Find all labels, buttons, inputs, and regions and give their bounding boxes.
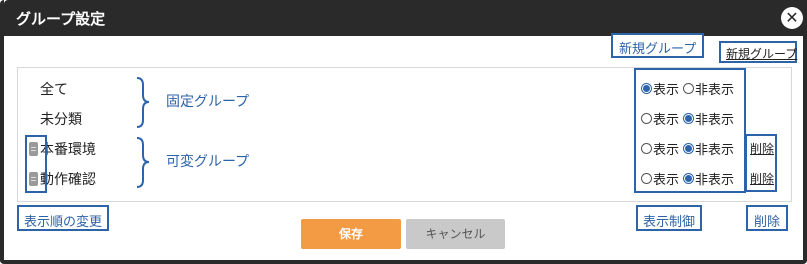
delete-link-testing[interactable]: 削除 — [750, 170, 774, 187]
dialog-title: グループ設定 — [16, 10, 106, 28]
fixed-groups-brace — [136, 77, 150, 128]
annotation-new-group: 新規グループ — [611, 33, 705, 58]
annotation-visibility-control: 表示制御 — [636, 205, 703, 231]
visibility-row-testing: 表示 非表示 — [641, 169, 734, 188]
radio-hide-label: 非表示 — [695, 173, 735, 188]
variable-groups-brace — [136, 137, 150, 188]
group-name-uncategorized: 未分類 — [40, 112, 82, 128]
radio-show-label: 表示 — [653, 83, 680, 98]
annotation-delete: 削除 — [746, 205, 789, 231]
radio-show[interactable] — [641, 83, 652, 94]
visibility-row-uncategorized: 表示 非表示 — [641, 109, 734, 128]
radio-show-label: 表示 — [653, 173, 680, 188]
radio-hide-label: 非表示 — [695, 143, 735, 158]
dialog-titlebar: グループ設定 ✕ — [4, 0, 807, 36]
radio-hide-label: 非表示 — [695, 83, 735, 98]
new-group-link[interactable]: 新規グループ — [726, 45, 797, 62]
group-name-production: 本番環境 — [40, 142, 96, 158]
radio-hide[interactable] — [683, 173, 695, 184]
save-button[interactable]: 保存 — [301, 219, 401, 249]
radio-hide-label: 非表示 — [695, 113, 735, 128]
radio-show[interactable] — [641, 113, 652, 124]
visibility-row-all: 表示 非表示 — [641, 79, 734, 98]
visibility-row-production: 表示 非表示 — [641, 139, 734, 158]
radio-show-label: 表示 — [653, 143, 680, 158]
reorder-outline — [25, 135, 47, 193]
group-name-all: 全て — [40, 82, 68, 98]
radio-hide[interactable] — [683, 83, 695, 94]
radio-show-label: 表示 — [653, 113, 680, 128]
annotation-variable-groups: 可変グループ — [166, 154, 250, 170]
radio-hide[interactable] — [683, 113, 695, 124]
close-icon[interactable]: ✕ — [781, 7, 803, 29]
group-name-testing: 動作確認 — [40, 172, 96, 188]
annotation-reorder: 表示順の変更 — [17, 205, 110, 231]
radio-show[interactable] — [641, 173, 652, 184]
delete-link-production[interactable]: 削除 — [750, 140, 774, 157]
cancel-button[interactable]: キャンセル — [406, 219, 505, 249]
radio-show[interactable] — [641, 143, 652, 154]
radio-hide[interactable] — [683, 143, 695, 154]
annotation-fixed-groups: 固定グループ — [166, 94, 250, 110]
